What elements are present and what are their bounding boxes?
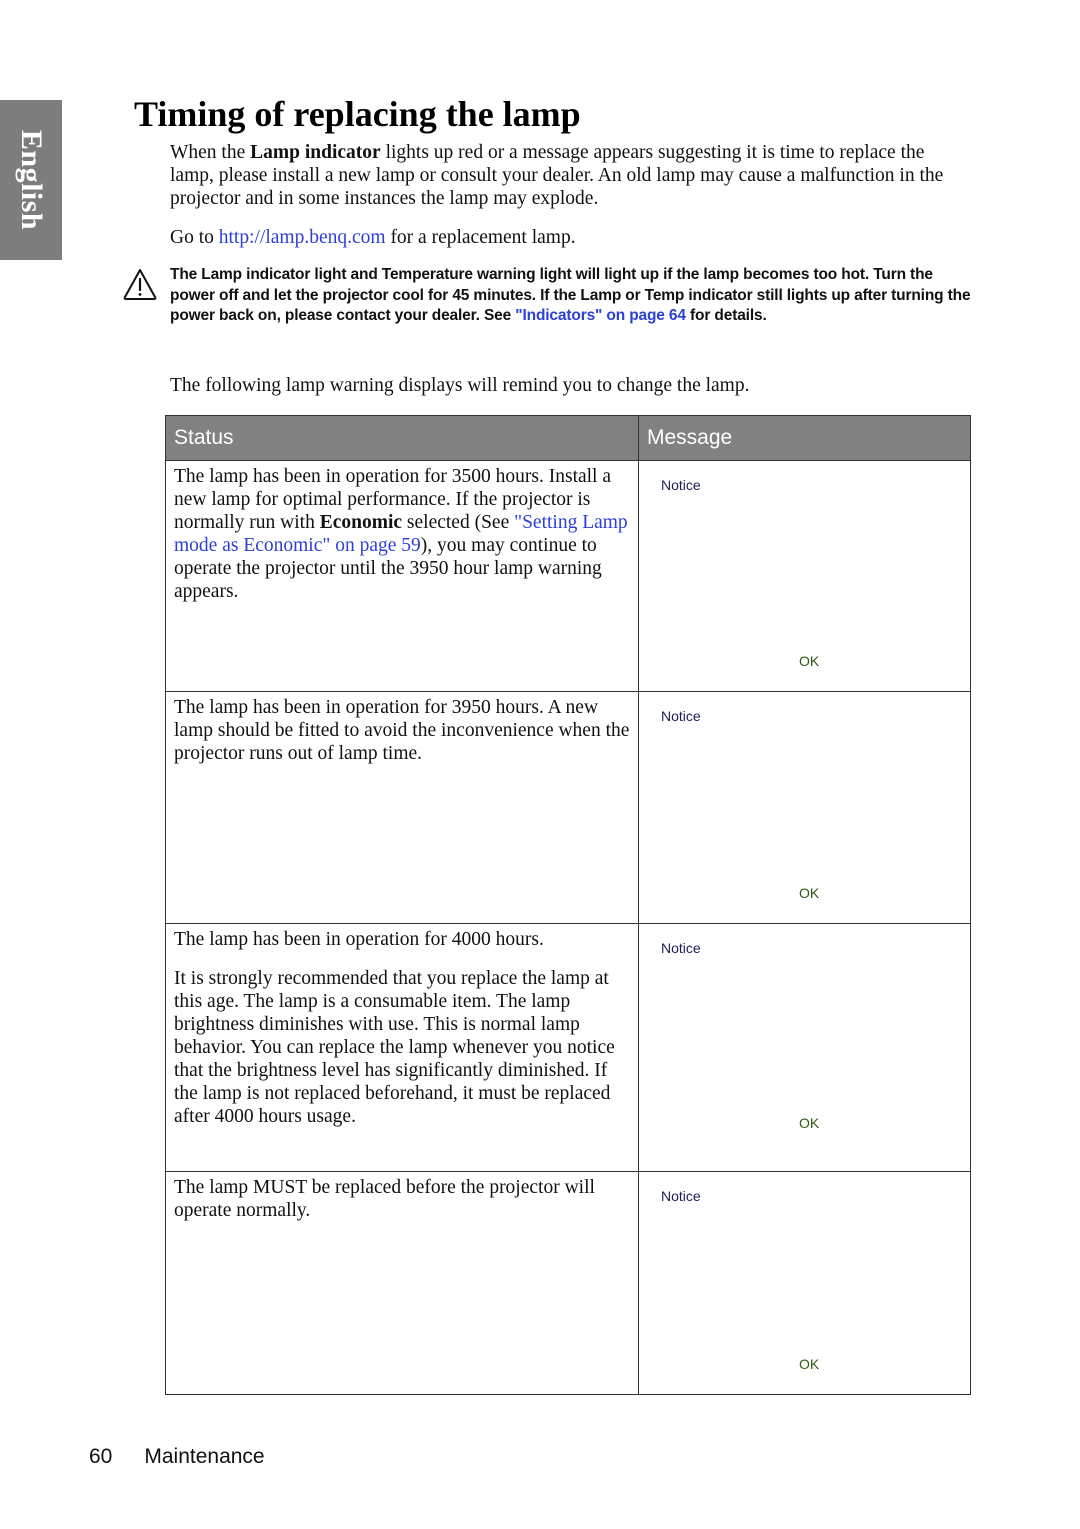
status-detail-text: It is strongly recommended that you repl… — [174, 968, 615, 1127]
message-cell: Notice OK — [638, 1171, 971, 1395]
status-text: The lamp has been in operation for 4000 … — [174, 929, 544, 950]
message-cell: Notice OK — [638, 923, 971, 1172]
ok-button[interactable]: OK — [799, 885, 819, 901]
status-cell: The lamp has been in operation for 3500 … — [165, 460, 639, 692]
intro-text-start: When the — [170, 142, 251, 163]
goto-text-start: Go to — [170, 227, 219, 248]
intro-paragraph: When the Lamp indicator lights up red or… — [170, 141, 970, 210]
economic-term: Economic — [319, 512, 403, 533]
status-cell: The lamp has been in operation for 4000 … — [165, 923, 639, 1172]
language-label: English — [15, 129, 48, 231]
status-text: The lamp has been in operation for 3500 … — [174, 465, 630, 603]
lamp-warning-table: Status Message The lamp has been in oper… — [165, 415, 971, 1395]
message-column-header: Message — [638, 415, 971, 461]
table-row: The lamp has been in operation for 3950 … — [165, 691, 971, 924]
message-cell: Notice OK — [638, 691, 971, 924]
page-footer: 60 Maintenance — [89, 1445, 265, 1469]
status-text-part: selected (See — [402, 512, 515, 533]
lamp-benq-link[interactable]: http://lamp.benq.com — [219, 227, 386, 248]
table-row: The lamp MUST be replaced before the pro… — [165, 1171, 971, 1395]
status-cell: The lamp has been in operation for 3950 … — [165, 691, 639, 924]
lamp-indicator-term: Lamp indicator — [250, 142, 381, 163]
ok-button[interactable]: OK — [799, 1356, 819, 1372]
indicators-page-link[interactable]: "Indicators" on page 64 — [515, 307, 686, 324]
ok-button[interactable]: OK — [799, 1115, 819, 1131]
warning-tail: for details. — [685, 307, 767, 325]
table-row: The lamp has been in operation for 4000 … — [165, 923, 971, 1172]
notice-title: Notice — [661, 1188, 701, 1204]
page-number: 60 — [89, 1445, 113, 1468]
ok-button[interactable]: OK — [799, 653, 819, 669]
warning-text: The Lamp indicator light and Temperature… — [170, 265, 975, 327]
status-text: The lamp has been in operation for 3950 … — [174, 697, 630, 764]
warning-triangle-icon — [123, 269, 157, 300]
page-title: Timing of replacing the lamp — [134, 94, 581, 134]
notice-title: Notice — [661, 940, 701, 956]
message-cell: Notice OK — [638, 460, 971, 692]
section-name: Maintenance — [144, 1445, 265, 1468]
table-row: The lamp has been in operation for 3500 … — [165, 460, 971, 692]
status-column-header: Status — [165, 415, 639, 461]
goto-text-end: for a replacement lamp. — [385, 227, 576, 248]
table-header-row: Status Message — [165, 415, 971, 461]
language-side-tab: English — [0, 100, 62, 260]
replacement-link-paragraph: Go to http://lamp.benq.com for a replace… — [170, 226, 970, 249]
notice-title: Notice — [661, 477, 701, 493]
status-cell: The lamp MUST be replaced before the pro… — [165, 1171, 639, 1395]
status-text: The lamp MUST be replaced before the pro… — [174, 1177, 595, 1221]
table-intro-text: The following lamp warning displays will… — [170, 375, 750, 396]
notice-title: Notice — [661, 708, 701, 724]
